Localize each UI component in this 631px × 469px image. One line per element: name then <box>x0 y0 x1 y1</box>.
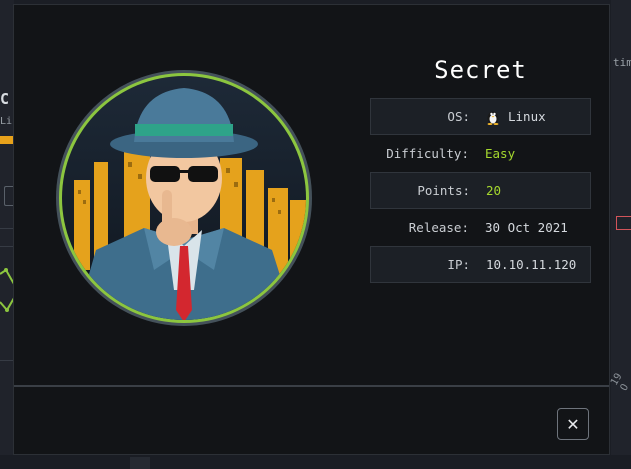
info-label: Release: <box>408 220 469 235</box>
background-divider <box>0 228 14 229</box>
background-divider <box>0 246 14 247</box>
background-block-fragment <box>130 457 150 469</box>
close-button[interactable]: ✕ <box>557 408 589 440</box>
background-divider <box>0 360 14 361</box>
machine-info-modal: Secret OS: Linux Difficulty: Easy Points… <box>13 4 610 455</box>
info-row-difficulty: Difficulty: Easy <box>370 135 591 172</box>
info-value: Linux <box>486 109 546 125</box>
avatar-image <box>56 70 312 326</box>
os-value: Linux <box>508 109 546 124</box>
info-label: Difficulty: <box>386 146 469 161</box>
difficulty-value: Easy <box>485 146 516 161</box>
info-label: IP: <box>447 257 470 272</box>
info-label: OS: <box>447 109 470 124</box>
background-badge-fragment <box>616 216 631 230</box>
background-progress-fragment <box>0 136 14 144</box>
tux-linux-icon <box>487 111 499 125</box>
close-icon: ✕ <box>566 414 580 434</box>
background-title-fragment: C <box>0 90 10 108</box>
info-row-points: Points: 20 <box>370 172 591 209</box>
info-row-os: OS: Linux <box>370 98 591 135</box>
machine-info-table: OS: Linux Difficulty: Easy Points: 20 Re… <box>370 98 591 283</box>
secret-agent-avatar <box>34 70 334 326</box>
info-row-ip: IP: 10.10.11.120 <box>370 246 591 283</box>
machine-title: Secret <box>434 56 527 84</box>
background-right-panel: tim 19 O <box>609 0 631 469</box>
info-row-release: Release: 30 Oct 2021 <box>370 209 591 246</box>
background-subtitle-fragment: Li <box>0 116 13 127</box>
background-date-fragment: 19 O <box>609 371 631 393</box>
modal-footer-divider <box>14 385 609 387</box>
info-label: Points: <box>417 183 470 198</box>
release-value: 30 Oct 2021 <box>485 220 568 235</box>
background-text-fragment: tim <box>613 56 631 69</box>
background-bottom-strip <box>0 455 631 469</box>
background-chart-fragment <box>0 268 14 312</box>
background-left-panel: C Li <box>0 0 15 469</box>
points-value: 20 <box>486 183 502 198</box>
ip-value: 10.10.11.120 <box>486 257 577 272</box>
